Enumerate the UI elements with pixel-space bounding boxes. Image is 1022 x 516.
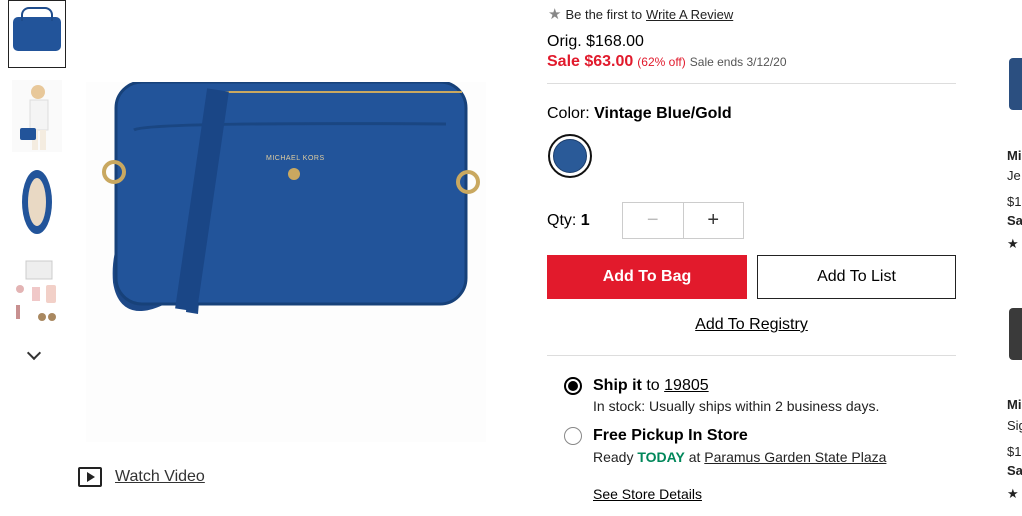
store-name-link[interactable]: Paramus Garden State Plaza [704, 449, 886, 465]
qty-value: 1 [580, 212, 590, 229]
review-prompt: Be the first to [565, 6, 643, 22]
add-to-list-button[interactable]: Add To List [757, 255, 956, 299]
thumbnail-model-image [12, 80, 62, 152]
sale-price-row: Sale $63.00 (62% off) Sale ends 3/12/20 [547, 53, 787, 71]
ship-radio[interactable] [564, 377, 582, 395]
rec-product-sale: Sa [1007, 463, 1022, 478]
thumbnail-1[interactable] [8, 0, 66, 68]
qty-label-text: Qty: [547, 212, 577, 229]
thumbnail-bag-image [13, 7, 61, 51]
rec-product-price: $1 [1007, 444, 1022, 459]
ship-it-label: Ship it [593, 377, 642, 394]
pickup-at-text: at [688, 449, 701, 465]
color-swatch-vintage-blue[interactable] [548, 134, 592, 178]
thumbnail-2[interactable] [8, 80, 66, 152]
rec-product-price: $1 [1007, 194, 1022, 209]
star-icon: ★ [548, 6, 562, 23]
play-icon [78, 467, 102, 487]
pickup-radio[interactable] [564, 427, 582, 445]
product-main-image: MICHAEL KORS [86, 80, 486, 442]
rec-product-name[interactable]: Mi [1007, 148, 1021, 163]
rec-product-name[interactable]: Mi [1007, 397, 1021, 412]
see-store-details-link[interactable]: See Store Details [593, 486, 702, 502]
divider [547, 83, 956, 84]
divider [547, 355, 956, 356]
chevron-down-icon[interactable] [26, 345, 42, 361]
sale-ends: Sale ends 3/12/20 [689, 55, 787, 69]
watch-video-link[interactable]: Watch Video [78, 467, 205, 487]
rec-product-stars: ★ [1007, 236, 1019, 251]
write-review-link[interactable]: Write A Review [646, 7, 733, 22]
color-selection: Color: Vintage Blue/Gold [547, 105, 732, 123]
percent-off: (62% off) [637, 55, 686, 69]
review-line: ★ Be the first to Write A Review [548, 5, 733, 23]
thumbnail-3[interactable] [8, 168, 66, 236]
recommendation-image[interactable] [1009, 58, 1022, 110]
sale-price: Sale $63.00 [547, 53, 634, 70]
ship-stock-text: In stock: Usually ships within 2 busines… [593, 398, 880, 414]
quantity-decrease-button[interactable]: − [623, 203, 684, 238]
ship-to-text: to [646, 377, 660, 394]
watch-video-label: Watch Video [115, 468, 205, 485]
thumbnail-4[interactable] [8, 256, 66, 324]
pickup-ready-line: Ready TODAY at Paramus Garden State Plaz… [593, 449, 886, 465]
zip-code-link[interactable]: 19805 [664, 377, 709, 394]
rec-product-stars: ★ [1007, 486, 1019, 501]
pickup-ready-text: Ready [593, 449, 634, 465]
color-label: Color: [547, 105, 590, 122]
rec-product-sale: Sa [1007, 213, 1022, 228]
recommendation-image[interactable] [1009, 308, 1022, 360]
rec-product-desc[interactable]: Je [1007, 168, 1021, 183]
ship-option-title: Ship it to 19805 [593, 377, 709, 395]
original-price: Orig. $168.00 [547, 33, 644, 50]
rec-product-desc[interactable]: Sig [1007, 418, 1022, 433]
quantity-stepper: − + [622, 202, 744, 239]
add-to-registry-link: Add To Registry [547, 316, 956, 334]
brand-logo-text: MICHAEL KORS [266, 155, 325, 162]
add-to-bag-button[interactable]: Add To Bag [547, 255, 747, 299]
pickup-today-badge: TODAY [637, 449, 685, 465]
add-to-registry-label[interactable]: Add To Registry [695, 316, 808, 333]
quantity-label: Qty: 1 [547, 212, 590, 230]
color-value: Vintage Blue/Gold [594, 105, 732, 122]
thumbnail-interior-image [22, 170, 52, 234]
pickup-option-title: Free Pickup In Store [593, 427, 748, 444]
quantity-increase-button[interactable]: + [684, 203, 744, 238]
thumbnail-contents-image [16, 260, 56, 321]
